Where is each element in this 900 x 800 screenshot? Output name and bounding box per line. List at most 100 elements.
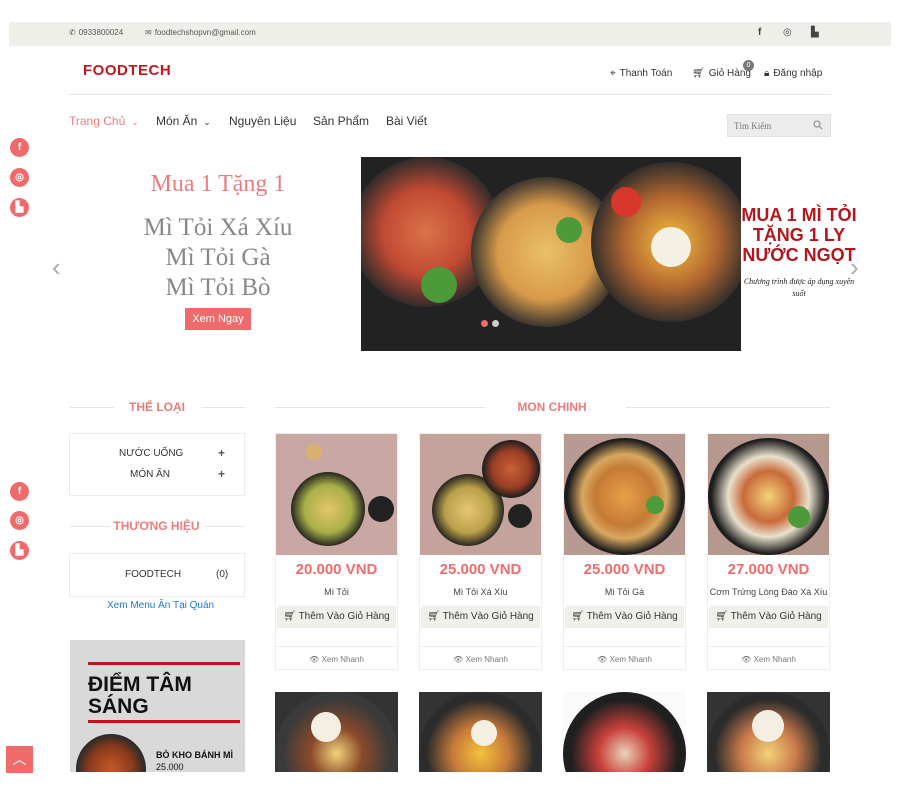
- banner-line: NƯỚC NGỌT: [742, 245, 856, 265]
- lock-icon: 🔒︎: [764, 68, 770, 79]
- cart-icon: 🛒︎: [715, 611, 731, 622]
- promo-line: Mì Tỏi Bò: [165, 274, 271, 301]
- product-image[interactable]: [276, 434, 397, 555]
- divider: [626, 407, 830, 408]
- nav-home-label: Trang Chủ: [69, 114, 126, 128]
- quick-view-label: Xem Nhanh: [321, 655, 364, 664]
- eye-icon: 👁︎: [453, 655, 466, 664]
- site-logo[interactable]: FOODTECH: [83, 62, 171, 79]
- quick-view-button[interactable]: 👁︎ Xem Nhanh: [276, 646, 397, 671]
- nav-articles[interactable]: Bài Viết: [386, 114, 427, 128]
- email-address: foodtechshopvn@gmail.com: [154, 28, 256, 37]
- add-to-cart-label: Thêm Vào Giỏ Hàng: [442, 611, 534, 622]
- float-instagram-icon[interactable]: ◎: [10, 511, 29, 530]
- product-image[interactable]: [275, 692, 398, 772]
- checkout-link[interactable]: ⌖ Thanh Toán: [610, 68, 672, 79]
- ad-food-image: [76, 734, 146, 772]
- plus-icon[interactable]: +: [218, 446, 225, 460]
- add-to-cart-button[interactable]: 🛒︎ Thêm Vào Giỏ Hàng: [421, 606, 540, 628]
- product-name[interactable]: Mì Tỏi Xá Xíu: [420, 587, 541, 597]
- cart-icon: 🛒︎: [571, 611, 587, 622]
- cart-link[interactable]: 🛒︎ Giỏ Hàng: [692, 68, 751, 79]
- category-title: THỂ LOẠI: [129, 400, 185, 414]
- product-image[interactable]: [419, 692, 542, 772]
- header-divider: [69, 94, 831, 95]
- slider-banner-image[interactable]: [361, 157, 741, 351]
- product-card[interactable]: 25.000 VND Mì Tỏi Xá Xíu 🛒︎ Thêm Vào Giỏ…: [419, 433, 542, 670]
- email-contact[interactable]: ✉ foodtechshopvn@gmail.com: [145, 28, 256, 37]
- slider-dot[interactable]: [492, 320, 499, 327]
- shop-bag-icon[interactable]: ▙: [811, 27, 819, 38]
- product-price: 25.000 VND: [583, 561, 666, 578]
- product-image[interactable]: [564, 434, 685, 555]
- nav-dishes-label: Món Ăn: [156, 114, 198, 128]
- login-link[interactable]: 🔒︎ Đăng nhập: [764, 68, 822, 79]
- nav-products[interactable]: Sản Phẩm: [313, 114, 369, 128]
- brand-item-name[interactable]: FOODTECH: [125, 569, 181, 580]
- slider-next-arrow[interactable]: ›: [850, 252, 859, 283]
- quick-view-label: Xem Nhanh: [465, 655, 508, 664]
- product-image[interactable]: [420, 434, 541, 555]
- divider: [205, 526, 245, 527]
- product-image[interactable]: [708, 434, 829, 555]
- view-now-button[interactable]: Xem Ngay: [185, 308, 251, 330]
- add-to-cart-button[interactable]: 🛒︎ Thêm Vào Giỏ Hàng: [709, 606, 828, 628]
- chevron-down-icon: ⌄: [128, 117, 139, 127]
- category-item-dishes[interactable]: MÓN ĂN: [130, 469, 170, 480]
- ad-dish: BÒ KHO BÁNH MÌ: [156, 750, 233, 760]
- ad-title-line: ĐIỂM TÂM: [88, 673, 192, 696]
- banner-line: TẶNG 1 LY: [752, 225, 846, 245]
- chevron-up-icon: ︿: [12, 751, 27, 767]
- view-menu-link[interactable]: Xem Menu Ăn Tại Quán: [107, 600, 214, 611]
- product-card[interactable]: 27.000 VND Cơm Trứng Lòng Đào Xá Xíu 🛒︎ …: [707, 433, 830, 670]
- search-box: [727, 114, 831, 137]
- brand-item-count: (0): [216, 569, 229, 580]
- product-card[interactable]: 25.000 VND Mì Tỏi Gà 🛒︎ Thêm Vào Giỏ Hàn…: [563, 433, 686, 670]
- quick-view-button[interactable]: 👁︎ Xem Nhanh: [420, 646, 541, 671]
- product-price: 20.000 VND: [295, 561, 378, 578]
- float-facebook-icon[interactable]: f: [10, 482, 29, 501]
- plus-icon[interactable]: +: [218, 467, 225, 481]
- slider-prev-arrow[interactable]: ‹: [52, 252, 61, 283]
- product-name[interactable]: Cơm Trứng Lòng Đào Xá Xíu: [708, 587, 829, 597]
- product-name[interactable]: Mì Tỏi Gà: [564, 587, 685, 597]
- add-to-cart-label: Thêm Vào Giỏ Hàng: [298, 611, 390, 622]
- promo-line: Mì Tỏi Gà: [165, 244, 271, 271]
- quick-view-label: Xem Nhanh: [609, 655, 652, 664]
- add-to-cart-button[interactable]: 🛒︎ Thêm Vào Giỏ Hàng: [277, 606, 396, 628]
- add-to-cart-button[interactable]: 🛒︎ Thêm Vào Giỏ Hàng: [565, 606, 684, 628]
- instagram-icon[interactable]: ◎: [783, 27, 792, 38]
- product-image[interactable]: [707, 692, 830, 772]
- cart-count-badge: 0: [743, 60, 754, 71]
- facebook-icon[interactable]: f: [758, 27, 761, 38]
- float-facebook-icon[interactable]: f: [10, 138, 29, 157]
- ad-title-line: SÁNG: [88, 695, 149, 718]
- float-shop-icon[interactable]: ▙: [10, 198, 29, 217]
- quick-view-button[interactable]: 👁︎ Xem Nhanh: [564, 646, 685, 671]
- add-to-cart-label: Thêm Vào Giỏ Hàng: [730, 611, 822, 622]
- divider: [275, 407, 485, 408]
- divider: [201, 407, 245, 408]
- ad-rule: [88, 720, 240, 723]
- login-label: Đăng nhập: [773, 68, 823, 79]
- product-name[interactable]: Mì Tỏi: [276, 587, 397, 597]
- float-instagram-icon[interactable]: ◎: [10, 168, 29, 187]
- search-icon[interactable]: [813, 120, 823, 130]
- divider: [70, 526, 110, 527]
- mail-icon: ✉: [145, 28, 152, 37]
- category-item-drinks[interactable]: NƯỚC UỐNG: [119, 448, 183, 459]
- nav-dishes[interactable]: Món Ăn ⌄: [156, 114, 211, 128]
- phone-contact[interactable]: ✆ 0933800024: [69, 28, 123, 37]
- nav-ingredients[interactable]: Nguyên Liệu: [229, 114, 296, 128]
- float-shop-icon[interactable]: ▙: [10, 541, 29, 560]
- quick-view-button[interactable]: 👁︎ Xem Nhanh: [708, 646, 829, 671]
- product-image[interactable]: [563, 692, 686, 772]
- sidebar-ad-banner[interactable]: ĐIỂM TÂM SÁNG BÒ KHO BÁNH MÌ 25.000: [70, 640, 245, 772]
- search-input[interactable]: [728, 115, 808, 136]
- scroll-to-top-button[interactable]: ︿: [6, 746, 33, 773]
- quick-view-label: Xem Nhanh: [753, 655, 796, 664]
- slider-dot-active[interactable]: [481, 320, 488, 327]
- product-card[interactable]: 20.000 VND Mì Tỏi 🛒︎ Thêm Vào Giỏ Hàng 👁…: [275, 433, 398, 670]
- nav-home[interactable]: Trang Chủ ⌄: [69, 114, 139, 128]
- category-list: NƯỚC UỐNG + MÓN ĂN +: [69, 433, 245, 496]
